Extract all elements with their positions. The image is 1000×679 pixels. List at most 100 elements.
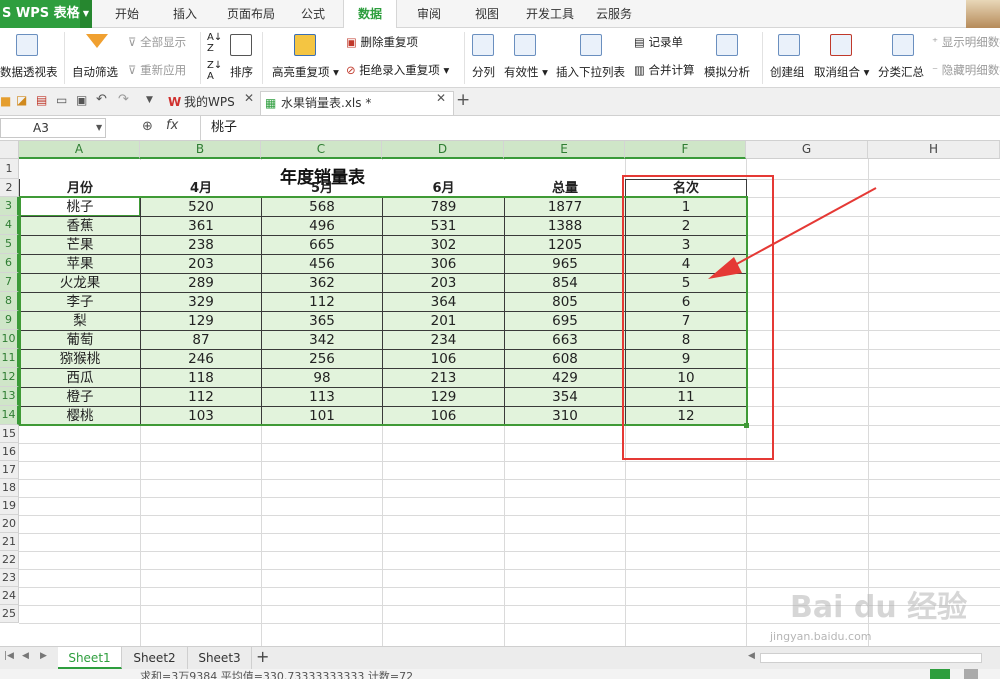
column-header-e[interactable]: E [504, 141, 625, 159]
row-header[interactable]: 6 [0, 254, 19, 273]
fruit-name-cell[interactable]: 梨 [20, 312, 140, 330]
formula-input[interactable]: 桃子 [200, 116, 1000, 141]
scroll-left-icon[interactable]: ◀ [748, 651, 755, 661]
row-header[interactable]: 3 [0, 197, 19, 216]
data-cell[interactable]: 98 [262, 369, 382, 387]
text-to-columns-button[interactable]: 分列 [472, 64, 495, 80]
fruit-name-cell[interactable]: 葡萄 [20, 331, 140, 349]
remove-duplicates-button[interactable]: ▣ 删除重复项 [346, 34, 418, 50]
data-cell[interactable]: 496 [262, 217, 382, 235]
spreadsheet-grid[interactable]: A B C D E F G H 1 2 3 4 5 6 7 8 9 10 11 12 13 14 15 16 17 18 19 20 2… [0, 141, 1000, 646]
close-tab-icon[interactable]: ✕ [244, 91, 254, 105]
customize-dropdown-icon[interactable]: ▼ [146, 95, 153, 105]
tab-home[interactable]: 开始 [104, 0, 150, 28]
row-header[interactable]: 24 [0, 587, 19, 605]
data-cell[interactable]: 329 [141, 293, 261, 311]
function-button[interactable]: fx [166, 118, 178, 133]
data-cell[interactable]: 362 [262, 274, 382, 292]
header-cell[interactable]: 6月 [383, 180, 504, 197]
column-header-g[interactable]: G [746, 141, 868, 159]
data-cell[interactable]: 101 [262, 407, 382, 425]
data-cell[interactable]: 520 [141, 198, 261, 216]
new-tab-icon[interactable]: + [456, 90, 470, 110]
app-menu-button[interactable]: S WPS 表格 [0, 0, 80, 28]
hide-detail-button[interactable]: ⁻ 隐藏明细数据 [932, 62, 1000, 78]
prev-sheet-icon[interactable]: ◀ [22, 651, 29, 661]
next-sheet-icon[interactable]: ▶ [40, 651, 47, 661]
data-cell[interactable]: 1205 [505, 236, 625, 254]
what-if-analysis-button[interactable]: 模拟分析 [704, 64, 750, 80]
preview-icon[interactable]: ▣ [76, 93, 87, 107]
autofilter-button[interactable]: 自动筛选 [72, 64, 118, 80]
data-cell[interactable]: 256 [262, 350, 382, 368]
row-header[interactable]: 17 [0, 461, 19, 479]
data-cell[interactable]: 106 [383, 350, 504, 368]
sort-desc-icon[interactable]: Z↓ A [207, 60, 222, 82]
undo-icon[interactable]: ↶ [96, 92, 107, 107]
row-header[interactable]: 15 [0, 425, 19, 443]
row-header[interactable]: 22 [0, 551, 19, 569]
row-header[interactable]: 4 [0, 216, 19, 235]
fruit-name-cell[interactable]: 樱桃 [20, 407, 140, 425]
data-cell[interactable]: 112 [262, 293, 382, 311]
row-header[interactable]: 10 [0, 330, 19, 349]
data-cell[interactable]: 87 [141, 331, 261, 349]
data-cell[interactable]: 608 [505, 350, 625, 368]
data-cell[interactable]: 112 [141, 388, 261, 406]
tab-formulas[interactable]: 公式 [292, 0, 334, 28]
column-header-f[interactable]: F [625, 141, 746, 159]
row-header[interactable]: 16 [0, 443, 19, 461]
data-cell[interactable]: 203 [141, 255, 261, 273]
subtotal-button[interactable]: 分类汇总 [878, 64, 924, 80]
row-header[interactable]: 7 [0, 273, 19, 292]
ungroup-button[interactable]: 取消组合 ▾ [814, 64, 869, 80]
data-cell[interactable]: 289 [141, 274, 261, 292]
pdf-icon[interactable]: ▤ [36, 93, 47, 107]
data-cell[interactable]: 789 [383, 198, 504, 216]
fruit-name-cell[interactable]: 西瓜 [20, 369, 140, 387]
validity-button[interactable]: 有效性 ▾ [504, 64, 548, 80]
row-header[interactable]: 19 [0, 497, 19, 515]
row-header[interactable]: 5 [0, 235, 19, 254]
data-cell[interactable]: 456 [262, 255, 382, 273]
sheet-tab-1[interactable]: Sheet1 [58, 647, 122, 669]
app-menu-arrow-icon[interactable]: ▼ [80, 0, 92, 28]
zoom-search-icon[interactable]: ⊕ [142, 119, 153, 134]
doc-tab-active[interactable]: ▦ 水果销量表.xls * [260, 91, 454, 115]
highlight-duplicates-button[interactable]: 高亮重复项 ▾ [272, 64, 339, 80]
data-cell[interactable]: 118 [141, 369, 261, 387]
data-cell[interactable]: 429 [505, 369, 625, 387]
pivot-table-button[interactable]: 数据透视表 [0, 64, 58, 80]
row-header[interactable]: 1 [0, 159, 19, 179]
fruit-name-cell[interactable]: 香蕉 [20, 217, 140, 235]
column-header-b[interactable]: B [140, 141, 261, 159]
consolidate-button[interactable]: ▥ 合并计算 [634, 62, 695, 78]
data-cell[interactable]: 129 [141, 312, 261, 330]
name-box[interactable]: A3 [0, 118, 106, 138]
fruit-name-cell[interactable]: 芒果 [20, 236, 140, 254]
sort-asc-icon[interactable]: A↓ Z [207, 32, 222, 54]
sheet-tab-3[interactable]: Sheet3 [188, 647, 252, 669]
data-cell[interactable]: 113 [262, 388, 382, 406]
row-header[interactable]: 8 [0, 292, 19, 311]
row-header[interactable]: 2 [0, 179, 19, 197]
data-cell[interactable]: 106 [383, 407, 504, 425]
folder-icon[interactable]: ■ [0, 94, 11, 108]
data-cell[interactable]: 663 [505, 331, 625, 349]
tab-data[interactable]: 数据 [343, 0, 397, 29]
record-form-button[interactable]: ▤ 记录单 [634, 34, 683, 50]
insert-dropdown-button[interactable]: 插入下拉列表 [556, 64, 625, 80]
data-cell[interactable]: 234 [383, 331, 504, 349]
normal-view-icon[interactable] [930, 669, 950, 679]
header-cell[interactable]: 月份 [20, 180, 140, 197]
data-cell[interactable]: 1877 [505, 198, 625, 216]
row-header[interactable]: 25 [0, 605, 19, 623]
show-all-button[interactable]: ⊽ 全部显示 [128, 34, 186, 50]
row-header[interactable]: 18 [0, 479, 19, 497]
name-box-dropdown-icon[interactable]: ▼ [96, 118, 102, 138]
data-cell[interactable]: 354 [505, 388, 625, 406]
header-cell[interactable]: 总量 [505, 180, 625, 197]
user-avatar[interactable] [966, 0, 1000, 28]
data-cell[interactable]: 805 [505, 293, 625, 311]
data-cell[interactable]: 302 [383, 236, 504, 254]
